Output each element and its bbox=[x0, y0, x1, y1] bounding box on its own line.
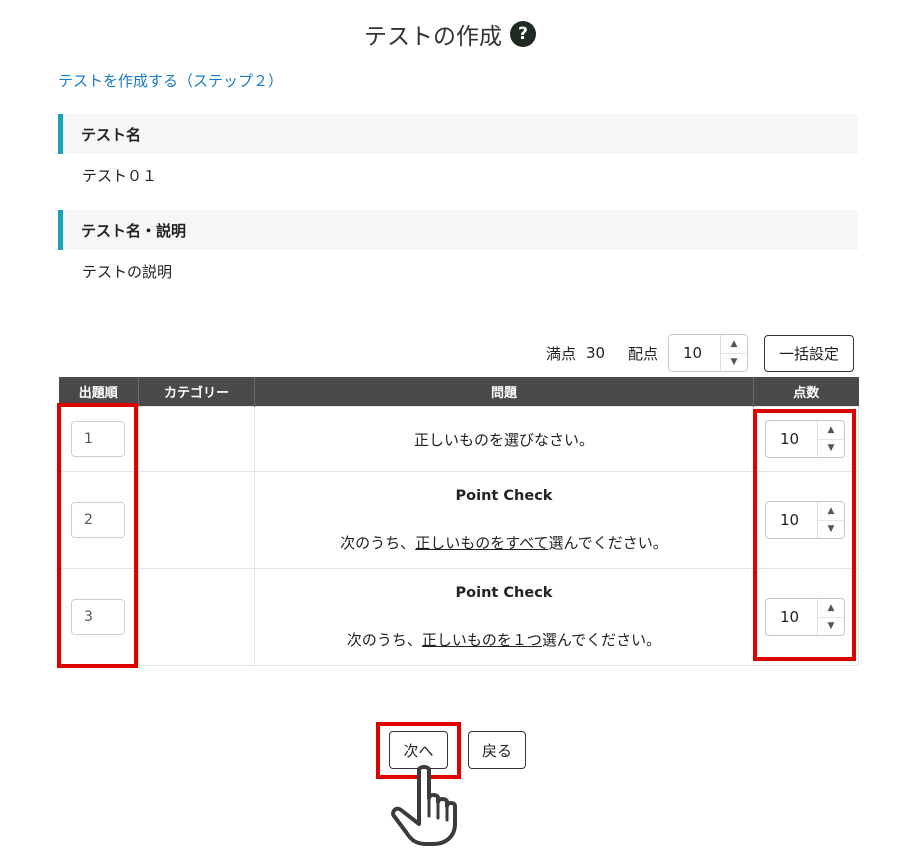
section-header-test-name: テスト名 bbox=[58, 114, 858, 154]
points-label: 配点 bbox=[628, 344, 659, 363]
question-text: 正しいものを選びなさい。 bbox=[413, 430, 594, 449]
chevron-down-icon[interactable]: ▼ bbox=[818, 438, 844, 458]
chevron-down-icon[interactable]: ▼ bbox=[818, 616, 844, 636]
chevron-up-icon[interactable]: ▲ bbox=[818, 599, 844, 617]
stepper-arrows: ▲ ▼ bbox=[817, 599, 844, 635]
score-stepper-value[interactable]: 10 bbox=[766, 502, 817, 538]
order-cell: 2 bbox=[58, 471, 139, 569]
test-name-value: テスト０１ bbox=[82, 167, 158, 185]
order-cell: 1 bbox=[58, 406, 139, 472]
question-text-post: 選んでください。 bbox=[541, 630, 662, 649]
back-button[interactable]: 戻る bbox=[468, 731, 526, 769]
column-header-category: カテゴリー bbox=[138, 377, 255, 407]
score-stepper-value[interactable]: 10 bbox=[766, 599, 817, 635]
chevron-up-icon[interactable]: ▲ bbox=[818, 421, 844, 439]
section-header-description: テスト名・説明 bbox=[58, 210, 858, 250]
order-input[interactable]: 3 bbox=[71, 599, 125, 635]
question-text-pre: 次のうち、 bbox=[346, 630, 422, 649]
score-stepper[interactable]: 10 ▲ ▼ bbox=[765, 420, 845, 458]
question-cell: 正しいものを選びなさい。 bbox=[254, 406, 754, 472]
question-text-underlined: 正しいものを１つ bbox=[421, 630, 542, 649]
category-cell bbox=[138, 568, 255, 666]
points-stepper-value[interactable]: 10 bbox=[669, 335, 720, 371]
question-text: 次のうち、正しいものを１つ選んでください。 bbox=[255, 629, 753, 650]
stepper-arrows: ▲ ▼ bbox=[817, 421, 844, 457]
bulk-set-button[interactable]: 一括設定 bbox=[764, 335, 854, 372]
chevron-down-icon[interactable]: ▼ bbox=[818, 519, 844, 539]
points-stepper[interactable]: 10 ▲ ▼ bbox=[668, 334, 748, 372]
category-cell bbox=[138, 406, 255, 472]
question-text: 次のうち、正しいものをすべて選んでください。 bbox=[255, 532, 753, 553]
score-cell: 10 ▲ ▼ bbox=[753, 568, 859, 666]
full-score: 満点 30 bbox=[546, 334, 605, 372]
question-text-pre: 次のうち、 bbox=[340, 533, 416, 552]
hand-pointer-icon bbox=[391, 765, 457, 846]
question-text-underlined: 正しいものをすべて bbox=[415, 533, 549, 552]
table-row: 2 Point Check 次のうち、正しいものをすべて選んでください。 10 … bbox=[58, 471, 859, 569]
question-title: Point Check bbox=[455, 584, 553, 601]
question-cell: Point Check 次のうち、正しいものを１つ選んでください。 bbox=[254, 568, 754, 666]
help-icon[interactable]: ? bbox=[510, 21, 536, 47]
full-score-label: 満点 bbox=[546, 344, 577, 363]
question-cell: Point Check 次のうち、正しいものをすべて選んでください。 bbox=[254, 471, 754, 569]
order-input[interactable]: 2 bbox=[71, 502, 125, 538]
order-input[interactable]: 1 bbox=[71, 421, 125, 457]
chevron-down-icon[interactable]: ▼ bbox=[721, 352, 747, 372]
score-stepper[interactable]: 10 ▲ ▼ bbox=[765, 501, 845, 539]
full-score-value: 30 bbox=[586, 344, 606, 362]
order-cell: 3 bbox=[58, 568, 139, 666]
page-title-row: テストの作成 ? bbox=[0, 14, 900, 54]
stepper-arrows: ▲ ▼ bbox=[720, 335, 747, 371]
page-title: テストの作成 bbox=[364, 24, 502, 50]
stepper-arrows: ▲ ▼ bbox=[817, 502, 844, 538]
questions-table: 出題順 カテゴリー 問題 点数 1 正しいものを選びなさい。 10 ▲ ▼ 2 … bbox=[58, 377, 859, 666]
column-header-question: 問題 bbox=[254, 377, 754, 407]
score-cell: 10 ▲ ▼ bbox=[753, 471, 859, 569]
table-row: 1 正しいものを選びなさい。 10 ▲ ▼ bbox=[58, 406, 859, 472]
question-title: Point Check bbox=[455, 487, 553, 504]
table-row: 3 Point Check 次のうち、正しいものを１つ選んでください。 10 ▲… bbox=[58, 568, 859, 666]
step-link[interactable]: テストを作成する（ステップ２） bbox=[58, 70, 283, 91]
table-header-row: 出題順 カテゴリー 問題 点数 bbox=[58, 377, 859, 407]
score-cell: 10 ▲ ▼ bbox=[753, 406, 859, 472]
chevron-up-icon[interactable]: ▲ bbox=[721, 335, 747, 353]
column-header-order: 出題順 bbox=[58, 377, 139, 407]
score-stepper-value[interactable]: 10 bbox=[766, 421, 817, 457]
score-stepper[interactable]: 10 ▲ ▼ bbox=[765, 598, 845, 636]
column-header-score: 点数 bbox=[753, 377, 859, 407]
chevron-up-icon[interactable]: ▲ bbox=[818, 502, 844, 520]
category-cell bbox=[138, 471, 255, 569]
question-text-post: 選んでください。 bbox=[548, 533, 668, 552]
description-value: テストの説明 bbox=[82, 263, 173, 281]
